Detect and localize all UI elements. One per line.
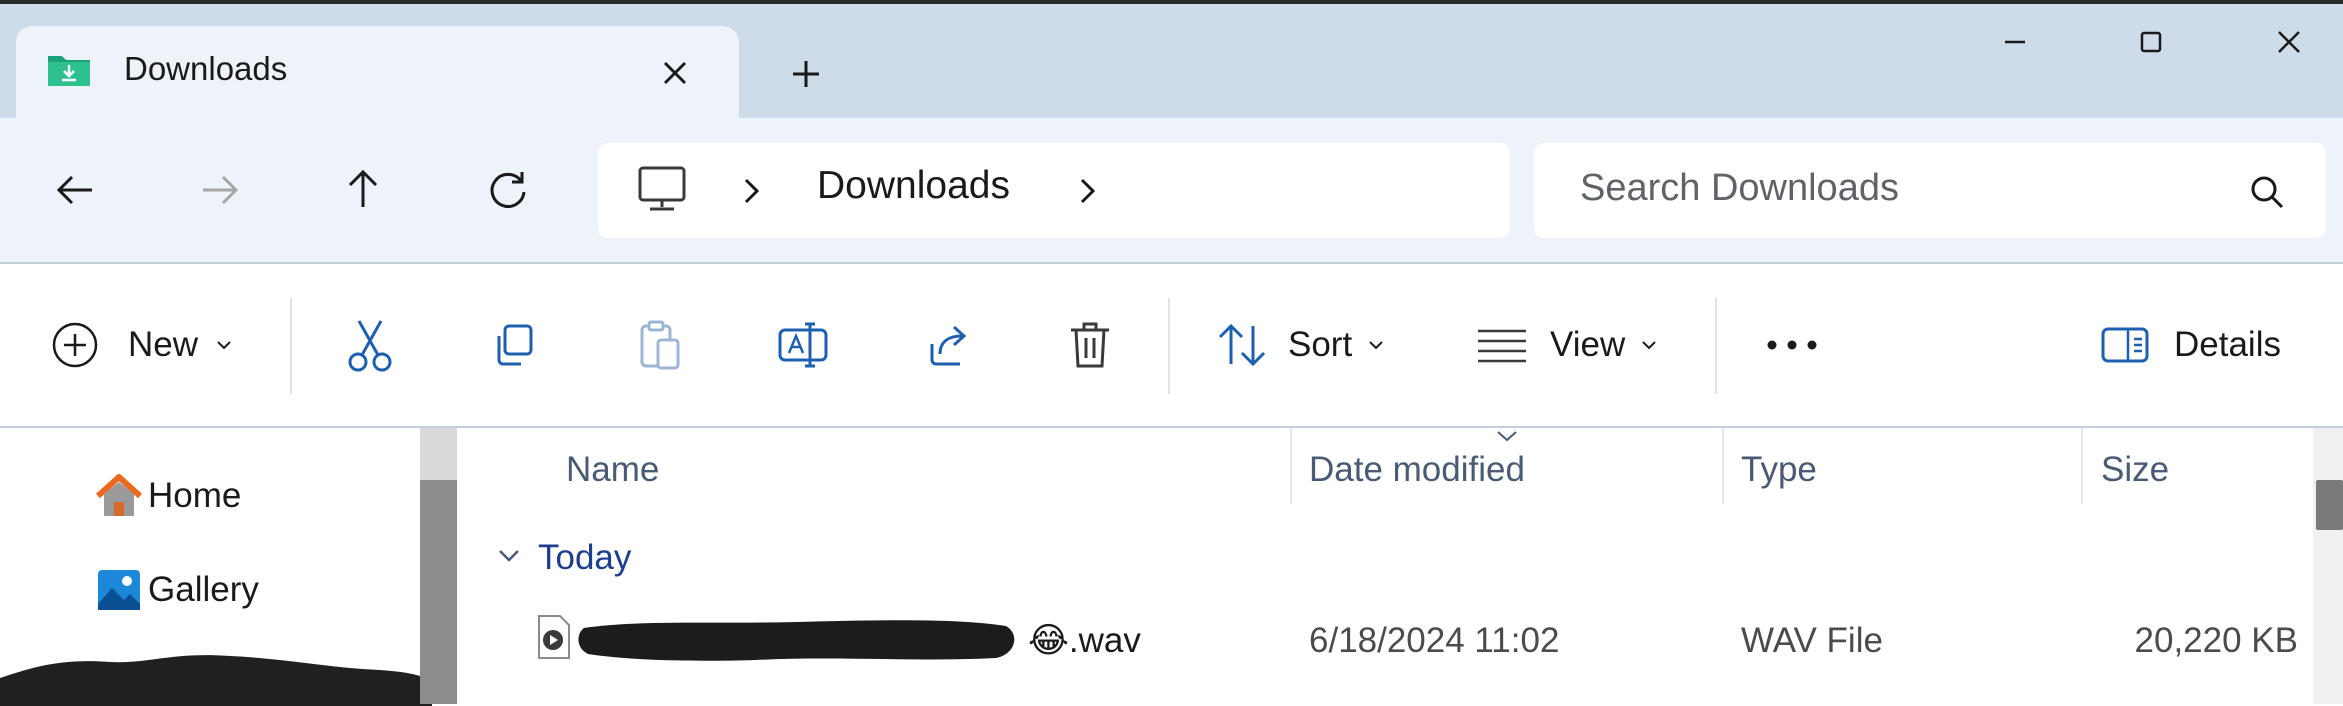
up-arrow-icon[interactable] [333,158,393,218]
window-border [0,0,2343,4]
sort-button[interactable]: Sort [1216,300,1402,390]
view-label: View [1550,325,1626,364]
breadcrumb-chevron-icon[interactable] [1072,172,1102,210]
gallery-icon [94,566,144,614]
view-button[interactable]: View [1476,300,1672,390]
refresh-icon[interactable] [478,160,538,220]
sort-icon [1216,320,1270,370]
home-icon [94,472,144,520]
copy-button[interactable] [474,300,554,390]
paste-button [619,300,699,390]
delete-button[interactable] [1050,300,1130,390]
breadcrumb-downloads[interactable]: Downloads [817,164,1010,208]
chevron-down-icon [494,541,524,571]
details-pane-icon [2100,325,2150,365]
sort-indicator-icon [1494,428,1520,444]
nav-item-label: Gallery [148,570,259,609]
details-button[interactable]: Details [2100,300,2296,390]
column-divider[interactable] [1722,428,1724,504]
redaction-mark [0,650,432,706]
trash-icon [1066,318,1114,372]
more-options-button[interactable] [1752,300,1832,390]
nav-item-label: Home [148,476,242,515]
redaction-mark [576,614,1020,666]
nav-pane-scrollbar-thumb[interactable] [420,480,457,704]
file-name: 😂.wav [1028,621,1141,660]
this-pc-icon[interactable] [634,164,690,214]
search-placeholder: Search Downloads [1580,167,1899,209]
nav-item-home[interactable]: Home [94,472,241,520]
minimize-icon[interactable] [1980,18,2050,66]
more-dots-icon [1765,338,1819,352]
separator [290,298,292,394]
file-size: 20,220 KB [2134,621,2298,660]
forward-arrow-icon [190,160,250,220]
share-icon [922,320,972,370]
rename-button[interactable] [763,300,843,390]
share-button[interactable] [907,300,987,390]
maximize-icon[interactable] [2116,18,2186,66]
column-divider[interactable] [1290,428,1292,504]
chevron-down-icon [1366,335,1386,355]
separator [1168,298,1170,394]
column-header-name[interactable]: Name [566,450,659,490]
separator [1715,298,1717,394]
add-circle-icon [50,320,100,370]
downloads-folder-icon [46,52,92,88]
cut-button[interactable] [330,300,410,390]
file-list-scrollbar[interactable] [2313,428,2343,704]
file-type: WAV File [1741,621,1883,660]
file-date-modified: 6/18/2024 11:02 [1309,621,1560,660]
new-label: New [128,325,199,364]
nav-item-gallery[interactable]: Gallery [94,566,259,614]
group-header-today[interactable] [494,541,524,571]
sort-label: Sort [1288,325,1353,364]
copy-icon [489,320,539,370]
new-button[interactable]: New [50,300,250,390]
column-header-type[interactable]: Type [1741,450,1817,490]
back-arrow-icon[interactable] [45,160,105,220]
details-label: Details [2174,325,2281,364]
column-header-size[interactable]: Size [2101,450,2169,490]
clipboard-icon [634,318,684,372]
new-tab-icon[interactable] [784,52,828,96]
close-window-icon[interactable] [2254,18,2324,66]
rename-icon [777,320,829,370]
search-icon[interactable] [2247,172,2287,212]
view-list-icon [1476,325,1528,365]
chevron-down-icon [214,335,234,355]
column-divider[interactable] [2081,428,2083,504]
column-header-date-modified[interactable]: Date modified [1309,450,1525,490]
audio-file-icon [536,614,572,660]
group-label: Today [538,538,632,577]
scissors-icon [345,317,395,373]
file-list-scrollbar-thumb[interactable] [2316,480,2343,530]
tab-title: Downloads [124,50,288,87]
breadcrumb-chevron-icon[interactable] [736,172,766,210]
tab-close-icon[interactable] [654,52,696,94]
address-bar[interactable] [598,143,1510,238]
chevron-down-icon [1639,335,1659,355]
